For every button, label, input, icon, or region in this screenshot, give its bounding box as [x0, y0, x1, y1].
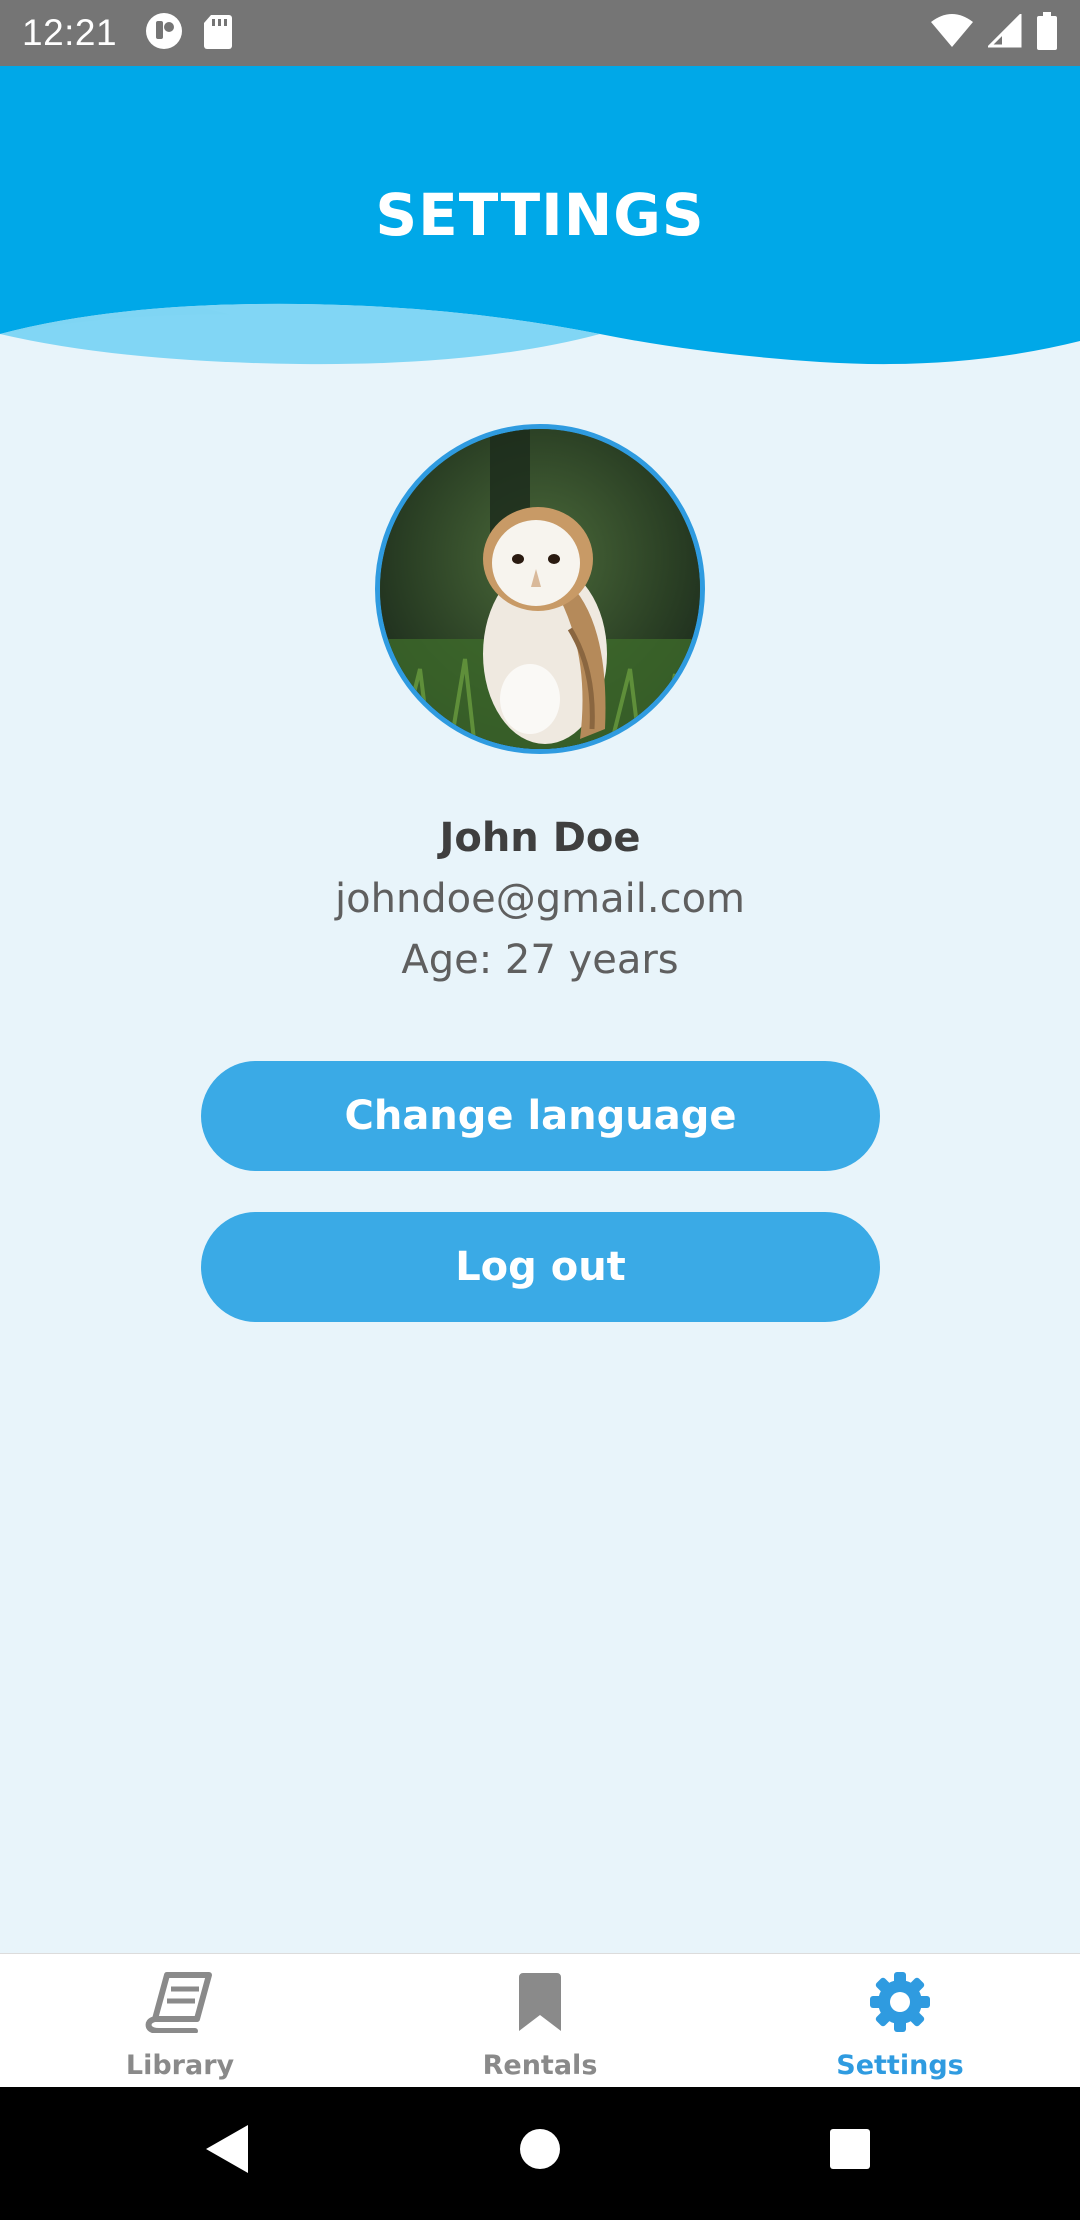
- bottom-nav: Library Rentals Settings: [0, 1953, 1080, 2087]
- status-time: 12:21: [22, 12, 118, 53]
- notification-app-icon: [145, 12, 183, 54]
- sd-card-icon: [203, 13, 233, 53]
- nav-item-library[interactable]: Library: [0, 1954, 360, 2087]
- book-icon: [145, 1970, 215, 2034]
- battery-icon: [1036, 12, 1058, 54]
- wifi-icon: [930, 14, 974, 52]
- nav-label-settings: Settings: [836, 2050, 964, 2081]
- user-name: John Doe: [439, 815, 641, 861]
- avatar: [375, 424, 705, 754]
- status-bar: 12:21: [0, 0, 1080, 66]
- user-email: johndoe@gmail.com: [335, 876, 745, 922]
- user-age: Age: 27 years: [401, 937, 679, 983]
- nav-label-rentals: Rentals: [482, 2050, 598, 2081]
- back-icon[interactable]: [204, 2123, 250, 2179]
- settings-header: SETTINGS: [0, 66, 1080, 386]
- nav-item-rentals[interactable]: Rentals: [360, 1954, 720, 2087]
- change-language-button[interactable]: Change language: [201, 1061, 880, 1171]
- signal-icon: [986, 12, 1022, 52]
- bookmark-icon: [515, 1970, 565, 2034]
- home-icon[interactable]: [519, 2123, 561, 2179]
- gear-icon: [868, 1970, 932, 2034]
- logout-button[interactable]: Log out: [201, 1212, 880, 1322]
- system-nav-bar: [0, 2087, 1080, 2220]
- recents-icon[interactable]: [829, 2123, 871, 2179]
- nav-item-settings[interactable]: Settings: [720, 1954, 1080, 2087]
- nav-label-library: Library: [125, 2050, 235, 2081]
- page-title: SETTINGS: [375, 181, 705, 249]
